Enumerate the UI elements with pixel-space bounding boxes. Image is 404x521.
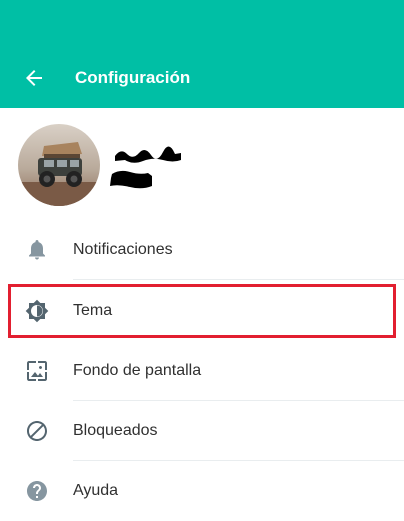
menu-item-ayuda[interactable]: Ayuda <box>0 461 404 521</box>
wallpaper-icon <box>27 361 47 381</box>
menu-label-tema: Tema <box>73 302 113 319</box>
profile-status-redacted[interactable] <box>108 168 154 190</box>
menu-label-ayuda: Ayuda <box>73 482 119 499</box>
menu-label-fondo-de-pantalla: Fondo de pantalla <box>73 362 202 379</box>
arrow-left-icon <box>26 70 42 86</box>
help-icon <box>27 481 47 501</box>
divider <box>73 279 404 280</box>
profile-name-redacted[interactable] <box>113 146 183 164</box>
app-header: Configuración <box>0 0 404 108</box>
menu-item-tema[interactable]: Tema <box>0 281 404 341</box>
back-button[interactable] <box>22 66 46 90</box>
menu-item-notificaciones[interactable]: Notificaciones <box>0 220 404 280</box>
menu-label-bloqueados: Bloqueados <box>73 422 158 439</box>
theme-icon <box>25 299 49 323</box>
page-title: Configuración <box>75 68 191 87</box>
profile-section[interactable] <box>0 108 404 218</box>
menu-label-notificaciones: Notificaciones <box>73 241 173 258</box>
menu-item-fondo-de-pantalla[interactable]: Fondo de pantalla <box>0 341 404 401</box>
bell-icon <box>29 240 45 260</box>
avatar[interactable] <box>18 124 100 206</box>
profile-photo <box>18 124 100 206</box>
blocked-icon <box>27 421 47 441</box>
menu-item-bloqueados[interactable]: Bloqueados <box>0 401 404 461</box>
